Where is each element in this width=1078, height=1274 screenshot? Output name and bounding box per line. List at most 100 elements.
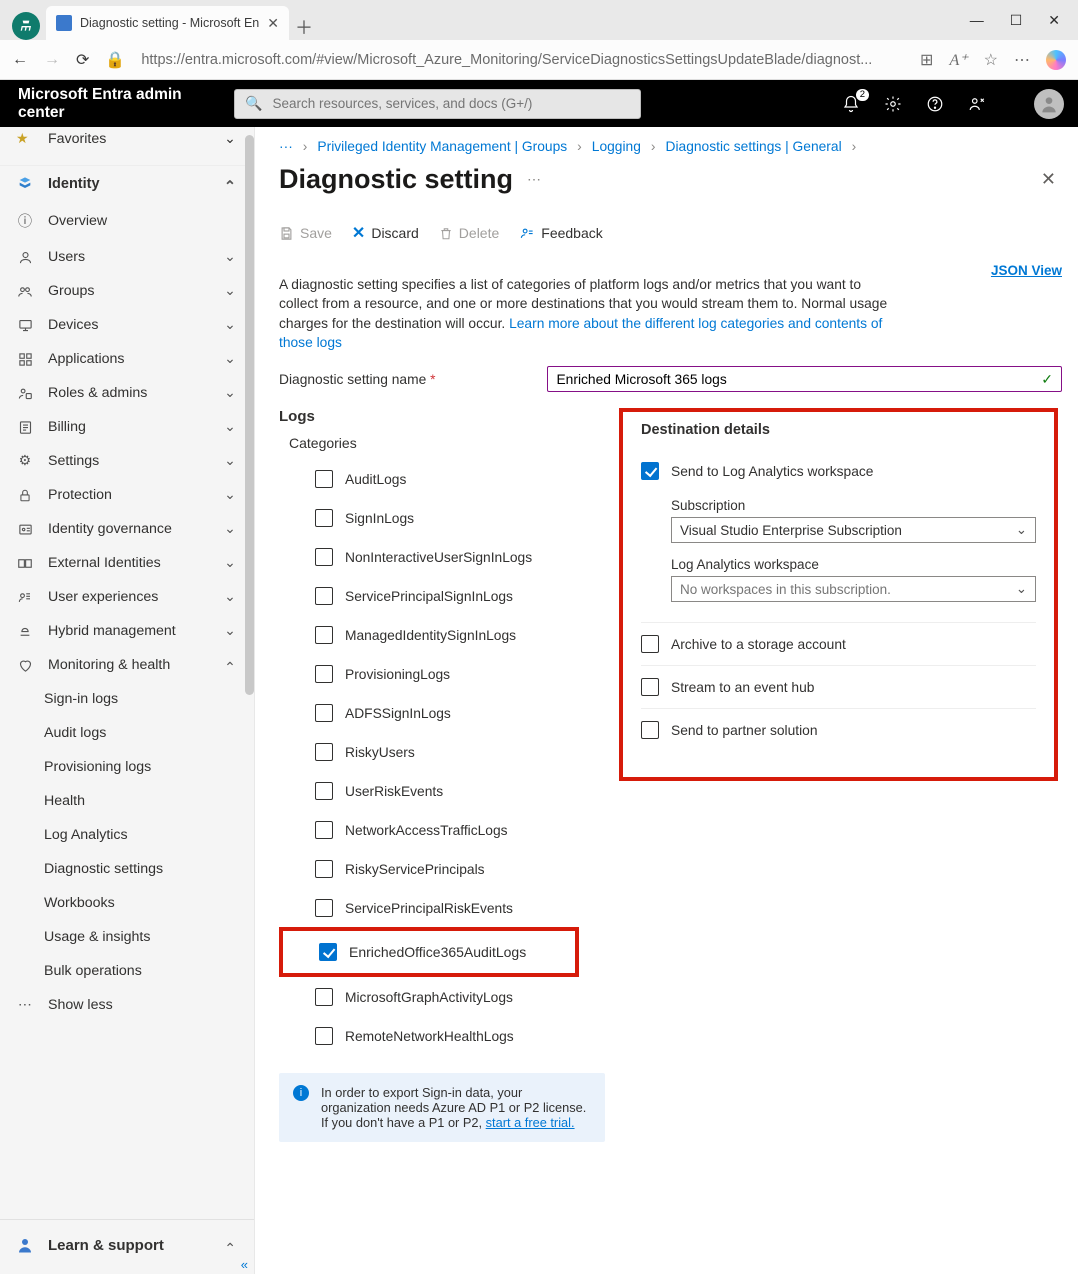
checkbox-RiskyServicePrincipals[interactable] <box>315 860 333 878</box>
dest-log-analytics[interactable]: Send to Log Analytics workspace <box>641 450 1036 484</box>
global-search-input[interactable] <box>272 96 630 111</box>
checkbox-NonInteractiveUserSignInLogs[interactable] <box>315 548 333 566</box>
sidebar-item-hybrid[interactable]: Hybrid management⌄ <box>0 614 254 648</box>
setting-name-input[interactable] <box>556 372 1041 387</box>
log-category-RiskyUsers[interactable]: RiskyUsers <box>279 732 619 771</box>
checkbox-EnrichedOffice365AuditLogs[interactable] <box>319 943 337 961</box>
sidebar-item-protection[interactable]: Protection⌄ <box>0 478 254 512</box>
feedback-button[interactable]: Feedback <box>519 225 602 241</box>
browser-back-icon[interactable]: ← <box>12 51 28 69</box>
sidebar-sub-provisioning-logs[interactable]: Provisioning logs <box>0 750 254 784</box>
log-category-NonInteractiveUserSignInLogs[interactable]: NonInteractiveUserSignInLogs <box>279 537 619 576</box>
sidebar-item-favorites[interactable]: ★Favorites⌄ <box>0 129 254 157</box>
breadcrumb-overflow[interactable]: ··· <box>279 139 293 154</box>
discard-button[interactable]: ✕Discard <box>352 223 419 243</box>
feedback-person-icon[interactable] <box>968 95 986 113</box>
tab-close-icon[interactable]: ✕ <box>267 15 279 32</box>
checkbox-archive[interactable] <box>641 635 659 653</box>
checkbox-log-analytics[interactable] <box>641 462 659 480</box>
sidebar-sub-health[interactable]: Health <box>0 784 254 818</box>
sidebar-scrollbar[interactable] <box>243 127 255 717</box>
log-category-AuditLogs[interactable]: AuditLogs <box>279 459 619 498</box>
log-category-ServicePrincipalSignInLogs[interactable]: ServicePrincipalSignInLogs <box>279 576 619 615</box>
checkbox-ServicePrincipalRiskEvents[interactable] <box>315 899 333 917</box>
sidebar-item-governance[interactable]: Identity governance⌄ <box>0 512 254 546</box>
sidebar-sub-log-analytics[interactable]: Log Analytics <box>0 818 254 852</box>
checkbox-SignInLogs[interactable] <box>315 509 333 527</box>
sidebar-item-users[interactable]: Users⌄ <box>0 240 254 274</box>
sidebar-item-roles[interactable]: Roles & admins⌄ <box>0 376 254 410</box>
log-category-MicrosoftGraphActivityLogs[interactable]: MicrosoftGraphActivityLogs <box>279 977 619 1016</box>
checkbox-MicrosoftGraphActivityLogs[interactable] <box>315 988 333 1006</box>
sidebar-item-userexp[interactable]: User experiences⌄ <box>0 580 254 614</box>
browser-profile-badge[interactable] <box>12 12 40 40</box>
sidebar-sub-workbooks[interactable]: Workbooks <box>0 886 254 920</box>
site-info-lock-icon[interactable]: 🔒 <box>105 50 125 70</box>
window-maximize-icon[interactable]: ☐ <box>1010 12 1023 29</box>
setting-name-input-wrap[interactable]: ✓ <box>547 366 1062 392</box>
checkbox-RiskyUsers[interactable] <box>315 743 333 761</box>
log-category-EnrichedOffice365AuditLogs[interactable]: EnrichedOffice365AuditLogs <box>279 927 579 977</box>
log-category-RiskyServicePrincipals[interactable]: RiskyServicePrincipals <box>279 849 619 888</box>
sidebar-item-devices[interactable]: Devices⌄ <box>0 308 254 342</box>
checkbox-eventhub[interactable] <box>641 678 659 696</box>
user-avatar[interactable] <box>1034 89 1064 119</box>
extensions-icon[interactable]: ⊞ <box>920 50 933 70</box>
favorites-star-icon[interactable]: ☆ <box>984 50 998 70</box>
global-search[interactable]: 🔍 <box>234 89 641 119</box>
blade-close-icon[interactable]: ✕ <box>1041 169 1056 190</box>
checkbox-NetworkAccessTrafficLogs[interactable] <box>315 821 333 839</box>
new-tab-button[interactable]: ＋ <box>289 14 319 40</box>
checkbox-ProvisioningLogs[interactable] <box>315 665 333 683</box>
checkbox-ManagedIdentitySignInLogs[interactable] <box>315 626 333 644</box>
log-category-NetworkAccessTrafficLogs[interactable]: NetworkAccessTrafficLogs <box>279 810 619 849</box>
dest-partner[interactable]: Send to partner solution <box>641 709 1036 751</box>
copilot-icon[interactable] <box>1046 50 1066 70</box>
browser-menu-icon[interactable]: ⋯ <box>1014 50 1030 70</box>
sidebar-item-external[interactable]: External Identities⌄ <box>0 546 254 580</box>
address-bar-url[interactable]: https://entra.microsoft.com/#view/Micros… <box>141 52 904 68</box>
checkbox-RemoteNetworkHealthLogs[interactable] <box>315 1027 333 1045</box>
sidebar-item-monitoring[interactable]: Monitoring & health <box>0 648 254 682</box>
checkbox-partner[interactable] <box>641 721 659 739</box>
browser-refresh-icon[interactable]: ⟳ <box>76 50 89 70</box>
sidebar-collapse-icon[interactable]: « <box>241 1257 248 1272</box>
start-trial-link[interactable]: start a free trial. <box>486 1115 575 1130</box>
log-category-ManagedIdentitySignInLogs[interactable]: ManagedIdentitySignInLogs <box>279 615 619 654</box>
browser-tab-active[interactable]: Diagnostic setting - Microsoft En ✕ <box>46 6 289 40</box>
read-aloud-icon[interactable]: A⁺ <box>949 50 967 70</box>
breadcrumb-link-logging[interactable]: Logging <box>592 139 641 154</box>
subscription-dropdown[interactable]: Visual Studio Enterprise Subscription⌄ <box>671 517 1036 543</box>
workspace-dropdown[interactable]: No workspaces in this subscription.⌄ <box>671 576 1036 602</box>
breadcrumb-link-diag[interactable]: Diagnostic settings | General <box>666 139 842 154</box>
sidebar-sub-usage-insights[interactable]: Usage & insights <box>0 920 254 954</box>
help-icon[interactable] <box>926 95 944 113</box>
log-category-UserRiskEvents[interactable]: UserRiskEvents <box>279 771 619 810</box>
log-category-RemoteNetworkHealthLogs[interactable]: RemoteNetworkHealthLogs <box>279 1016 619 1055</box>
checkbox-UserRiskEvents[interactable] <box>315 782 333 800</box>
checkbox-ADFSSignInLogs[interactable] <box>315 704 333 722</box>
sidebar-show-less[interactable]: ⋯Show less <box>0 988 254 1022</box>
dest-event-hub[interactable]: Stream to an event hub <box>641 666 1036 709</box>
breadcrumb-link-pim[interactable]: Privileged Identity Management | Groups <box>317 139 567 154</box>
sidebar-sub-audit-logs[interactable]: Audit logs <box>0 716 254 750</box>
sidebar-learn-support[interactable]: Learn & support <box>0 1219 254 1274</box>
notifications-icon[interactable]: 2 <box>842 95 860 113</box>
checkbox-ServicePrincipalSignInLogs[interactable] <box>315 587 333 605</box>
window-close-icon[interactable]: ✕ <box>1048 12 1060 29</box>
sidebar-sub-signin-logs[interactable]: Sign-in logs <box>0 682 254 716</box>
sidebar-item-overview[interactable]: ⓘOverview <box>0 202 254 240</box>
sidebar-item-billing[interactable]: Billing⌄ <box>0 410 254 444</box>
title-more-icon[interactable]: ⋯ <box>527 171 541 188</box>
json-view-link[interactable]: JSON View <box>991 263 1062 278</box>
sidebar-section-identity[interactable]: Identity <box>0 166 254 202</box>
sidebar-item-groups[interactable]: Groups⌄ <box>0 274 254 308</box>
sidebar-sub-bulk-operations[interactable]: Bulk operations <box>0 954 254 988</box>
sidebar-item-applications[interactable]: Applications⌄ <box>0 342 254 376</box>
log-category-ADFSSignInLogs[interactable]: ADFSSignInLogs <box>279 693 619 732</box>
log-category-ProvisioningLogs[interactable]: ProvisioningLogs <box>279 654 619 693</box>
sidebar-item-settings[interactable]: ⚙Settings⌄ <box>0 444 254 478</box>
log-category-ServicePrincipalRiskEvents[interactable]: ServicePrincipalRiskEvents <box>279 888 619 927</box>
window-minimize-icon[interactable]: — <box>970 12 984 28</box>
checkbox-AuditLogs[interactable] <box>315 470 333 488</box>
